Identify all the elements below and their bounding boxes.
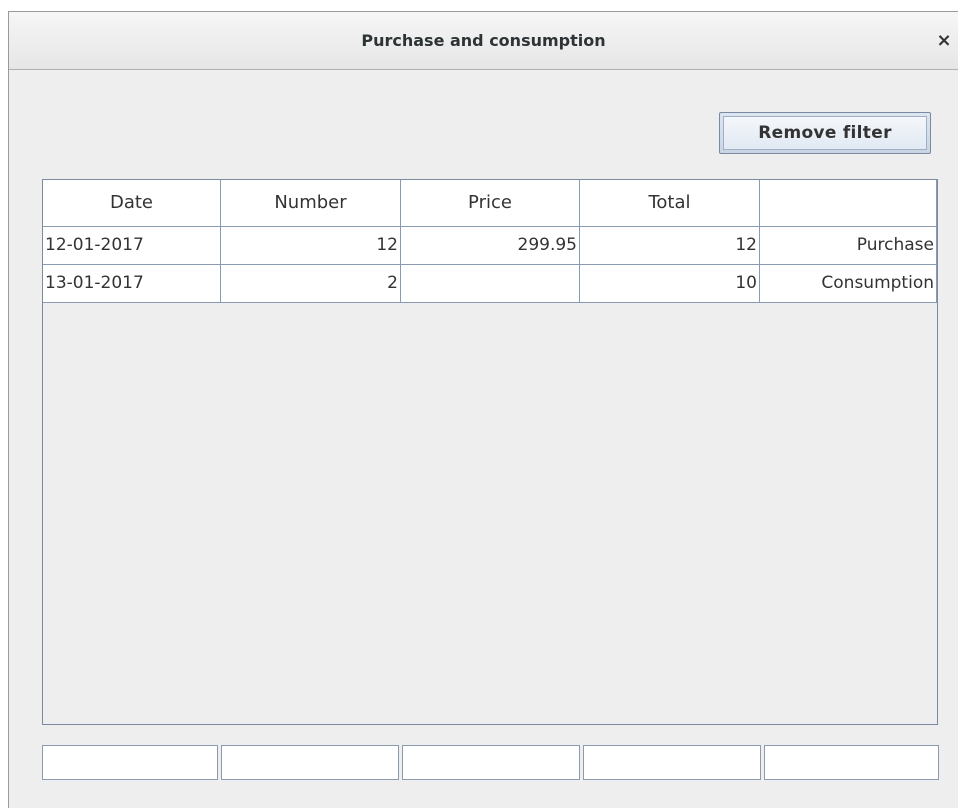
table-row[interactable]: 12-01-2017 12 299.95 12 Purchase bbox=[43, 227, 937, 265]
filter-field-price[interactable] bbox=[402, 745, 580, 780]
window-title: Purchase and consumption bbox=[361, 31, 606, 50]
close-icon[interactable]: × bbox=[934, 29, 954, 53]
column-header-number[interactable]: Number bbox=[221, 180, 401, 227]
remove-filter-label: Remove filter bbox=[723, 116, 927, 150]
column-header-total[interactable]: Total bbox=[580, 180, 760, 227]
cell-date[interactable]: 13-01-2017 bbox=[43, 265, 221, 303]
cell-type[interactable]: Consumption bbox=[760, 265, 937, 303]
cell-date[interactable]: 12-01-2017 bbox=[43, 227, 221, 265]
cell-price[interactable]: 299.95 bbox=[401, 227, 580, 265]
column-header-date[interactable]: Date bbox=[43, 180, 221, 227]
column-header-price[interactable]: Price bbox=[401, 180, 580, 227]
title-bar[interactable]: Purchase and consumption × bbox=[9, 12, 958, 70]
transactions-table: Date Number Price Total 12-01-2017 12 29… bbox=[42, 179, 938, 725]
column-header-type[interactable] bbox=[760, 180, 937, 227]
cell-type[interactable]: Purchase bbox=[760, 227, 937, 265]
cell-total[interactable]: 12 bbox=[580, 227, 760, 265]
filter-field-total[interactable] bbox=[582, 745, 761, 780]
remove-filter-button[interactable]: Remove filter bbox=[719, 112, 931, 154]
cell-total[interactable]: 10 bbox=[580, 265, 760, 303]
filter-field-date[interactable] bbox=[42, 745, 219, 780]
table-row[interactable]: 13-01-2017 2 10 Consumption bbox=[43, 265, 937, 303]
filter-field-type[interactable] bbox=[763, 745, 939, 780]
cell-price[interactable] bbox=[401, 265, 580, 303]
cell-number[interactable]: 2 bbox=[221, 265, 401, 303]
filter-row bbox=[42, 745, 939, 780]
dialog-window: Purchase and consumption × Remove filter… bbox=[8, 11, 958, 808]
cell-number[interactable]: 12 bbox=[221, 227, 401, 265]
filter-field-number[interactable] bbox=[221, 745, 400, 780]
table-header: Date Number Price Total bbox=[43, 180, 937, 227]
